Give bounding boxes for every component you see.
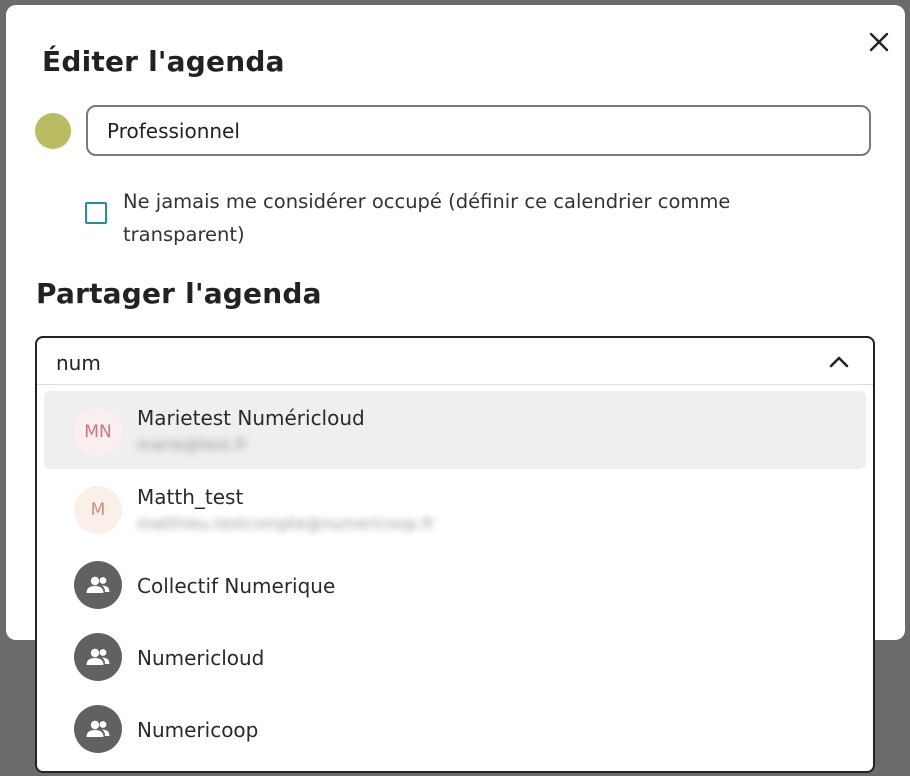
share-calendar-title: Partager l'agenda <box>36 277 322 310</box>
result-item-group[interactable]: Numericloud <box>44 622 866 692</box>
chevron-up-icon <box>829 356 849 368</box>
transparent-checkbox-label: Ne jamais me considérer occupé (définir … <box>123 190 731 246</box>
close-icon <box>869 32 889 52</box>
share-search-input[interactable] <box>56 346 776 380</box>
result-item-group[interactable]: Collectif Numerique <box>44 550 866 620</box>
avatar-initials: M <box>90 500 106 520</box>
calendar-name-input[interactable] <box>86 105 871 156</box>
group-avatar <box>74 633 122 681</box>
result-email: marie@test.fr <box>137 435 248 454</box>
avatar: M <box>74 486 122 534</box>
avatar-initials: MN <box>84 422 112 442</box>
result-name: Collectif Numerique <box>137 574 336 598</box>
result-email: matthieu.testcompte@numericoop.fr <box>137 514 435 533</box>
close-button[interactable] <box>864 27 894 57</box>
result-item-group[interactable]: Numericoop <box>44 694 866 764</box>
group-icon <box>86 720 110 737</box>
result-item-user[interactable]: M Matth_test matthieu.testcompte@numeric… <box>44 471 866 547</box>
calendar-color-picker[interactable] <box>35 113 71 149</box>
avatar: MN <box>74 408 122 456</box>
group-icon <box>86 576 110 593</box>
share-user-autocomplete: MN Marietest Numéricloud marie@test.fr M… <box>35 336 875 773</box>
result-item-user[interactable]: MN Marietest Numéricloud marie@test.fr <box>44 391 866 469</box>
dropdown-divider <box>37 384 873 385</box>
result-name: Marietest Numéricloud <box>137 406 365 430</box>
result-name: Numericoop <box>137 718 259 742</box>
group-avatar <box>74 705 122 753</box>
dropdown-toggle-button[interactable] <box>823 346 855 378</box>
group-icon <box>86 648 110 665</box>
transparent-checkbox[interactable] <box>85 202 107 224</box>
result-name: Numericloud <box>137 646 265 670</box>
result-name: Matth_test <box>137 485 244 509</box>
edit-calendar-title: Éditer l'agenda <box>42 45 285 78</box>
group-avatar <box>74 561 122 609</box>
